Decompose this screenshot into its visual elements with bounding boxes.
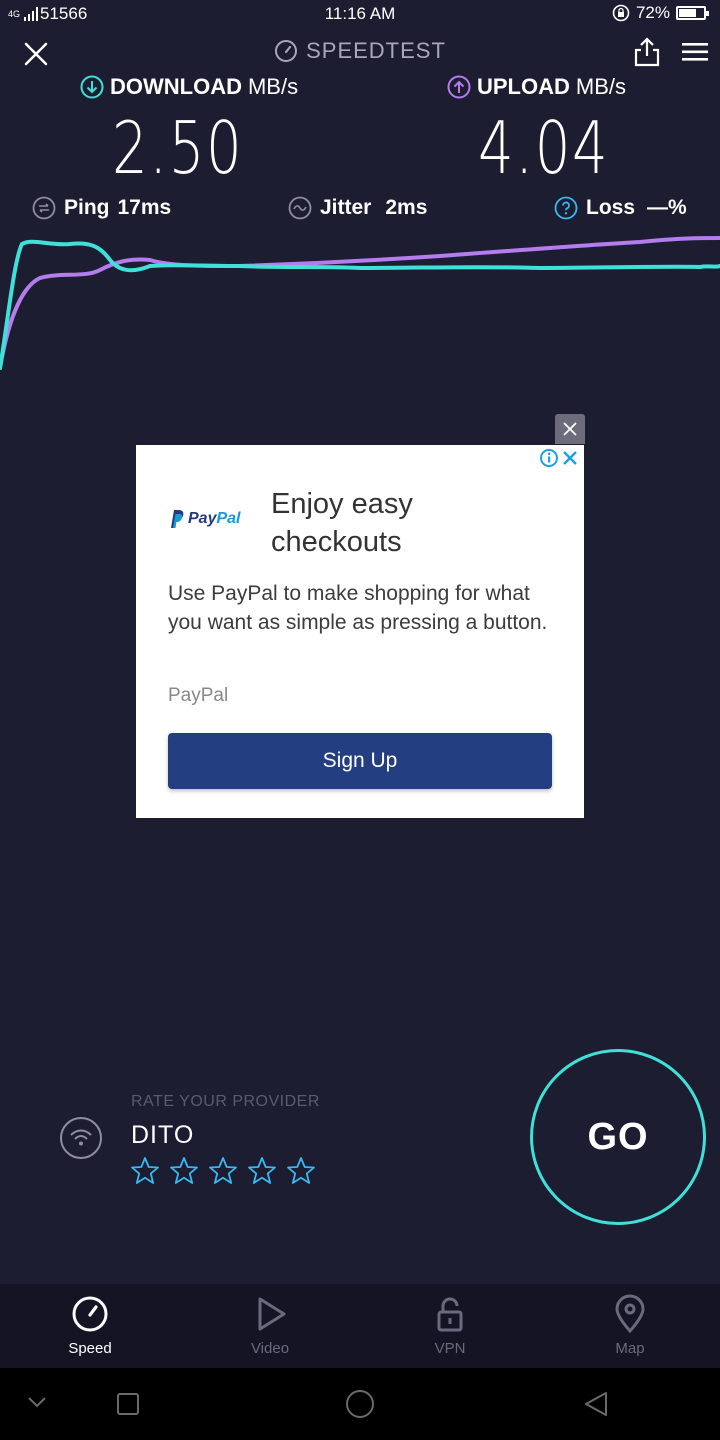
advertisement[interactable]: Pay Pal Enjoy easy checkouts Use PayPal t… (136, 445, 584, 818)
download-value: 2.50 (112, 106, 244, 190)
tab-video[interactable]: Video (220, 1294, 320, 1357)
tab-vpn-label: VPN (434, 1340, 466, 1357)
battery-level-fill (679, 9, 696, 17)
upload-arrow-icon (447, 75, 471, 99)
upload-unit: MB/s (575, 74, 627, 99)
tab-speed-label: Speed (68, 1340, 112, 1357)
loss-value: —% (647, 196, 687, 219)
ad-advertiser: PayPal (168, 685, 229, 706)
ad-title: Enjoy easy checkouts (271, 488, 413, 558)
jitter-icon (288, 196, 312, 220)
star-icon[interactable] (130, 1156, 160, 1186)
battery-percent: 72% (635, 3, 670, 22)
play-icon (258, 1297, 286, 1331)
tab-map[interactable]: Map (580, 1294, 680, 1357)
speed-graph (0, 236, 720, 370)
share-icon[interactable] (632, 36, 662, 68)
paypal-logo-text-1: Pay (188, 510, 217, 527)
help-icon[interactable] (554, 196, 578, 220)
jitter-value: 2ms (385, 196, 428, 219)
menu-icon[interactable] (680, 40, 710, 64)
paypal-logo-text-2: Pal (216, 510, 241, 527)
ping-label: Ping (64, 196, 110, 219)
jitter-label: Jitter (320, 196, 372, 219)
loss-stat[interactable]: Loss —% (554, 196, 687, 220)
tab-map-label: Map (615, 1340, 645, 1357)
tab-video-label: Video (250, 1340, 290, 1357)
ad-dismiss-icon[interactable] (562, 450, 578, 466)
upload-label: UPLOAD (477, 74, 570, 99)
jitter-stat: Jitter 2ms (288, 196, 427, 220)
go-button[interactable]: GO (530, 1049, 706, 1225)
tab-speed[interactable]: Speed (40, 1294, 140, 1357)
status-right: 72% (612, 3, 709, 23)
speedometer-icon (72, 1296, 108, 1332)
download-header: DOWNLOAD MB/s (80, 74, 298, 100)
back-triangle-icon[interactable] (582, 1390, 610, 1418)
battery-icon (676, 6, 709, 20)
status-bar: 4G 51566 11:16 AM 72% (0, 0, 720, 28)
download-unit: MB/s (247, 74, 299, 99)
home-circle-icon[interactable] (344, 1388, 376, 1420)
rate-provider-caption: RATE YOUR PROVIDER (131, 1093, 320, 1110)
upload-header: UPLOAD MB/s (447, 74, 626, 100)
paypal-p-icon (171, 510, 184, 528)
system-nav-bar (0, 1368, 720, 1440)
tab-vpn[interactable]: VPN (400, 1294, 500, 1357)
download-arrow-icon (80, 75, 104, 99)
brand-title: SPEEDTEST (0, 38, 720, 64)
star-icon[interactable] (208, 1156, 238, 1186)
loss-label: Loss (586, 196, 636, 219)
speedometer-logo-icon (275, 40, 298, 62)
paypal-logo: Pay Pal (168, 509, 240, 529)
lock-icon (437, 1297, 463, 1332)
app-header: SPEEDTEST (0, 30, 720, 74)
brand-name: SPEEDTEST (306, 38, 446, 63)
star-icon[interactable] (169, 1156, 199, 1186)
ad-close-button[interactable] (555, 414, 585, 444)
provider-name: DITO (131, 1121, 195, 1149)
wifi-icon (60, 1117, 102, 1159)
ad-signup-button[interactable]: Sign Up (168, 733, 552, 789)
chevron-down-icon[interactable] (26, 1394, 48, 1410)
bottom-tab-bar: Speed Video VPN Map (0, 1284, 720, 1368)
stats-row: Ping 17ms Jitter 2ms Loss —% (0, 196, 720, 230)
star-icon[interactable] (286, 1156, 316, 1186)
wifi-glyph-icon (70, 1129, 92, 1146)
close-icon (563, 422, 577, 436)
map-pin-icon (615, 1294, 645, 1334)
speedtest-screen: 4G 51566 11:16 AM 72% SPEEDTEST DOWNLOAD… (0, 0, 720, 1440)
ad-info-icon[interactable] (540, 449, 558, 467)
upload-value: 4.04 (478, 106, 610, 190)
rotation-lock-icon (612, 4, 630, 22)
ad-choices[interactable] (540, 449, 578, 467)
recents-square-icon[interactable] (116, 1392, 140, 1416)
ad-body: Use PayPal to make shopping for what you… (168, 582, 548, 634)
ping-icon (32, 196, 56, 220)
rating-stars (130, 1156, 316, 1186)
ping-value: 17ms (117, 196, 172, 219)
download-label: DOWNLOAD (110, 74, 242, 99)
ping-stat: Ping 17ms (32, 196, 171, 220)
star-icon[interactable] (247, 1156, 277, 1186)
